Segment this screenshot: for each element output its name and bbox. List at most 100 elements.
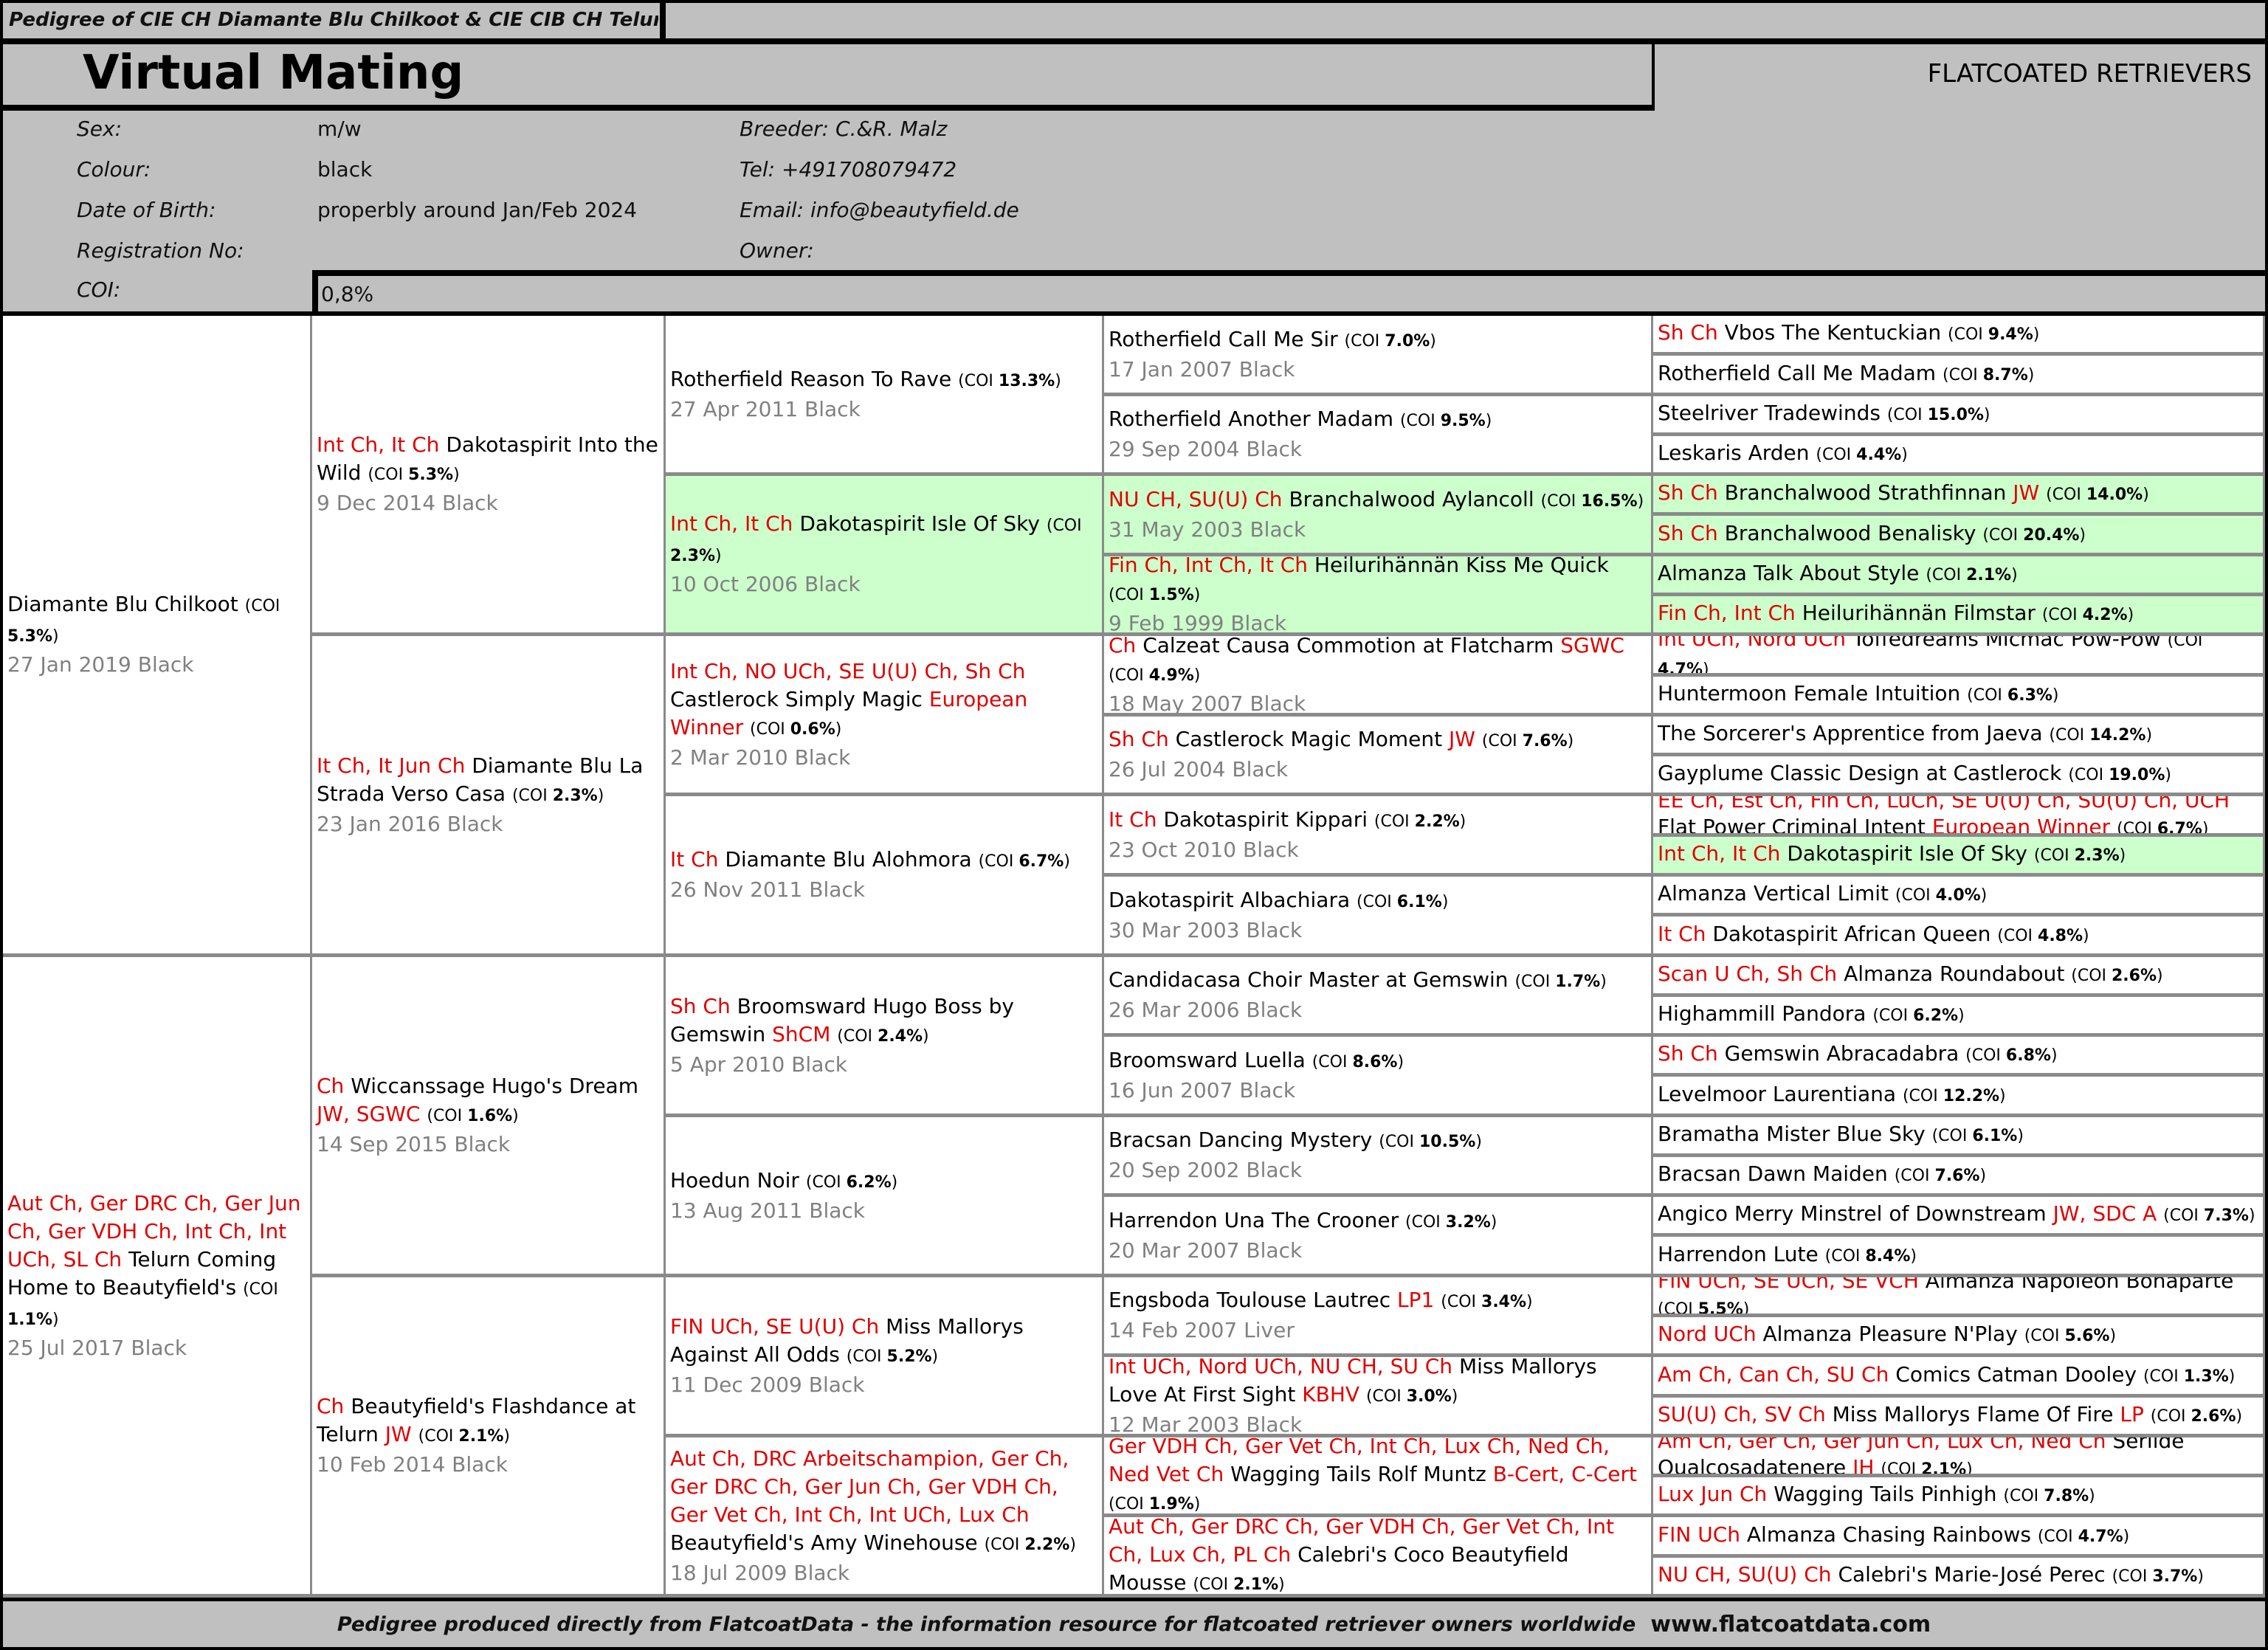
pedigree-cell-gen5[interactable]: Sh Ch Vbos The Kentuckian (COI 9.4%) [1653,316,2265,356]
pedigree-cell-gen5[interactable]: Lux Jun Ch Wagging Tails Pinhigh (COI 7.… [1653,1477,2265,1517]
page-title: Virtual Mating [83,46,464,100]
pedigree-cell-gen4[interactable]: Fin Ch, Int Ch, It Ch Heilurihännän Kiss… [1104,556,1653,636]
dog-entry: Aut Ch, Ger DRC Ch, Ger VDH Ch, Ger Vet … [1109,1517,1647,1594]
pedigree-cell-gen4[interactable]: Broomsward Luella (COI 8.6%) 16 Jun 2007 … [1104,1037,1653,1117]
dog-name: Engsboda Toulouse Lautrec [1109,1288,1391,1312]
dog-coi: (COI 13.3%) [958,371,1061,390]
pedigree-cell-gen5[interactable]: FIN UCh Almanza Chasing Rainbows (COI 4.… [1653,1517,2265,1558]
pedigree-cell-gen5[interactable]: FIN UCh, SE UCh, SE VCH Almanza Napoleon… [1653,1277,2265,1317]
pedigree-cell-gen5[interactable]: The Sorcerer's Apprentice from Jaeva (CO… [1653,717,2265,756]
dog-coi: (COI 10.5%) [1379,1133,1482,1151]
pedigree-cell-gen5[interactable]: Sh Ch Branchalwood Benalisky (COI 20.4%) [1653,516,2265,556]
pedigree-cell-gen4[interactable]: Rotherfield Another Madam (COI 9.5%) 29 S… [1104,396,1653,476]
dog-titles: Sh Ch [1658,520,1718,545]
pedigree-cell-gen3[interactable]: FIN UCh, SE U(U) Ch Miss Mallorys Agains… [666,1277,1104,1437]
dog-name: Wiccanssage Hugo's Dream [351,1074,638,1098]
pedigree-cell-gen4[interactable]: Ch Calzeat Causa Commotion at Flatcharm … [1104,636,1653,717]
pedigree-cell-gen5[interactable]: EE Ch, Est Ch, Fin Ch, LuCh, SE U(U) Ch,… [1653,796,2265,837]
dog-coi: (COI 8.6%) [1311,1052,1404,1071]
coi-value: 2.2% [1024,1535,1070,1554]
dog-coi: (COI 3.7%) [2112,1567,2204,1586]
pedigree-cell-gen4[interactable]: Engsboda Toulouse Lautrec LP1 (COI 3.4%)… [1104,1277,1653,1357]
pedigree-cell-gen3[interactable]: It Ch Diamante Blu Alohmora (COI 6.7%) 26… [666,796,1104,957]
pedigree-cell-gen3[interactable]: Sh Ch Broomsward Hugo Boss by Gemswin Sh… [666,957,1104,1117]
coi-value: 7.8% [2044,1487,2089,1505]
pedigree-cell-gen4[interactable]: Sh Ch Castlerock Magic Moment JW (COI 7.… [1104,717,1653,796]
dog-entry: Rotherfield Call Me Madam (COI 8.7%) [1658,360,2258,389]
pedigree-cell-gen4[interactable]: Candidacasa Choir Master at Gemswin (COI… [1104,957,1653,1037]
footer-url[interactable]: www.flatcoatdata.com [1650,1612,1931,1637]
pedigree-cell-gen3[interactable]: Hoedun Noir (COI 6.2%) 13 Aug 2011 Black [666,1117,1104,1277]
pedigree-cell-gen2[interactable]: It Ch, It Jun Ch Diamante Blu La Strada … [312,636,666,957]
dog-titles: Fin Ch, Int Ch [1658,601,1796,625]
pedigree-cell-gen5[interactable]: Highammill Pandora (COI 6.2%) [1653,997,2265,1037]
coi-value: 2.1% [1233,1575,1279,1594]
pedigree-cell-gen4[interactable]: Bracsan Dancing Mystery (COI 10.5%) 20 Se… [1104,1117,1653,1197]
pedigree-cell-gen5[interactable]: Huntermoon Female Intuition (COI 6.3%) [1653,677,2265,717]
dog-name: Almanza Roundabout [1844,962,2072,986]
pedigree-cell-gen5[interactable]: Harrendon Lute (COI 8.4%) [1653,1237,2265,1277]
pedigree-cell-gen5[interactable]: Nord UCh Almanza Pleasure N'Play (COI 5.… [1653,1317,2265,1357]
pedigree-cell-gen4[interactable]: NU CH, SU(U) Ch Branchalwood Aylancoll (… [1104,476,1653,556]
pedigree-cell-gen5[interactable]: Bracsan Dawn Maiden (COI 7.6%) [1653,1157,2265,1197]
pedigree-cell-gen4[interactable]: Harrendon Una The Crooner (COI 3.2%) 20 M… [1104,1197,1653,1277]
pedigree-cell-gen5[interactable]: Almanza Talk About Style (COI 2.1%) [1653,556,2265,596]
dog-coi: (COI 19.0%) [2068,766,2171,784]
dog-coi: (COI 1.6%) [427,1107,519,1125]
dog-name: Hoedun Noir [670,1167,799,1192]
pedigree-cell-gen4[interactable]: Int UCh, Nord UCh, NU CH, SU Ch Miss Mal… [1104,1357,1653,1437]
dog-coi: (COI 6.1%) [1357,892,1449,911]
pedigree-cell-gen5[interactable]: Steelriver Tradewinds (COI 15.0%) [1653,396,2265,436]
pedigree-cell-gen5[interactable]: Levelmoor Laurentiana (COI 12.2%) [1653,1077,2265,1117]
pedigree-cell-gen5[interactable]: It Ch Dakotaspirit African Queen (COI 4.… [1653,917,2265,957]
dog-awards: JW, SGWC [317,1102,421,1126]
coi-value: 10.5% [1419,1133,1476,1151]
pedigree-cell-gen4[interactable]: Dakotaspirit Albachiara (COI 6.1%) 30 Mar… [1104,877,1653,957]
pedigree-cell-gen4[interactable]: Ger VDH Ch, Ger Vet Ch, Int Ch, Lux Ch, … [1104,1437,1653,1517]
pedigree-cell-gen5[interactable]: Scan U Ch, Sh Ch Almanza Roundabout (COI… [1653,957,2265,997]
pedigree-cell-gen5[interactable]: NU CH, SU(U) Ch Calebri's Marie-José Per… [1653,1558,2265,1598]
pedigree-cell-gen2[interactable]: Ch Wiccanssage Hugo's Dream JW, SGWC (CO… [312,957,666,1277]
dog-titles: Int Ch, It Ch [1658,841,1781,866]
dog-name: Heilurihännän Filmstar [1802,601,2036,625]
pedigree-cell-gen5[interactable]: Leskaris Arden (COI 4.4%) [1653,436,2265,476]
pedigree-cell-gen5[interactable]: Am Ch, Ger Ch, Ger Jun Ch, Lux Ch, Ned C… [1653,1437,2265,1477]
dog-coi: (COI 2.1%) [1881,1460,1973,1477]
pedigree-cell-gen5[interactable]: Rotherfield Call Me Madam (COI 8.7%) [1653,356,2265,396]
dog-entry: Sh Ch Vbos The Kentuckian (COI 9.4%) [1658,320,2258,348]
dog-name: Castlerock Magic Moment [1175,727,1443,751]
dog-entry: It Ch Dakotaspirit African Queen (COI 4.… [1658,921,2258,950]
pedigree-cell-gen3[interactable]: Rotherfield Reason To Rave (COI 13.3%) 27… [666,316,1104,476]
pedigree-cell-gen5[interactable]: Int UCh, Nord UCh Toffedreams Micmac Pow… [1653,636,2265,677]
dog-dob: 20 Mar 2007 Black [1109,1238,1303,1263]
pedigree-cell-gen1[interactable]: Aut Ch, Ger DRC Ch, Ger Jun Ch, Ger VDH … [3,957,312,1598]
pedigree-cell-gen5[interactable]: Sh Ch Branchalwood Strathfinnan JW (COI … [1653,476,2265,516]
dog-dob: 2 Mar 2010 Black [670,745,851,770]
dog-dob: 11 Dec 2009 Black [670,1372,865,1397]
pedigree-cell-gen3[interactable]: Int Ch, It Ch Dakotaspirit Isle Of Sky (… [666,476,1104,636]
pedigree-cell-gen4[interactable]: Aut Ch, Ger DRC Ch, Ger VDH Ch, Ger Vet … [1104,1517,1653,1598]
pedigree-cell-gen5[interactable]: Bramatha Mister Blue Sky (COI 6.1%) [1653,1117,2265,1157]
pedigree-cell-gen2[interactable]: Ch Beautyfield's Flashdance at Telurn JW… [312,1277,666,1598]
pedigree-cell-gen5[interactable]: Almanza Vertical Limit (COI 4.0%) [1653,877,2265,917]
pedigree-cell-gen5[interactable]: Am Ch, Can Ch, SU Ch Comics Catman Doole… [1653,1357,2265,1398]
pedigree-cell-gen3[interactable]: Int Ch, NO UCh, SE U(U) Ch, Sh Ch Castle… [666,636,1104,796]
dog-name: The Sorcerer's Apprentice from Jaeva [1658,721,2043,745]
dog-titles: Ch [317,1074,345,1098]
pedigree-cell-gen4[interactable]: Rotherfield Call Me Sir (COI 7.0%) 17 Jan… [1104,316,1653,396]
pedigree-grid: Diamante Blu Chilkoot (COI 5.3%) 27 Jan 2… [3,311,2265,1598]
dog-coi: (COI 2.2%) [1373,812,1466,831]
pedigree-cell-gen5[interactable]: Angico Merry Minstrel of Downstream JW, … [1653,1197,2265,1237]
pedigree-cell-gen5[interactable]: Fin Ch, Int Ch Heilurihännän Filmstar (C… [1653,596,2265,636]
dog-awards: European Winner [1931,814,2111,837]
pedigree-cell-gen5[interactable]: Int Ch, It Ch Dakotaspirit Isle Of Sky (… [1653,837,2265,877]
pedigree-cell-gen5[interactable]: SU(U) Ch, SV Ch Miss Mallorys Flame Of F… [1653,1398,2265,1437]
pedigree-cell-gen5[interactable]: Sh Ch Gemswin Abracadabra (COI 6.8%) [1653,1037,2265,1077]
pedigree-cell-gen4[interactable]: It Ch Dakotaspirit Kippari (COI 2.2%) 23 … [1104,796,1653,877]
coi-value: 19.0% [2109,766,2165,784]
pedigree-cell-gen3[interactable]: Aut Ch, DRC Arbeitschampion, Ger Ch, Ger… [666,1437,1104,1598]
pedigree-cell-gen1[interactable]: Diamante Blu Chilkoot (COI 5.3%) 27 Jan 2… [3,316,312,957]
dog-name: Leskaris Arden [1658,441,1810,465]
pedigree-cell-gen2[interactable]: Int Ch, It Ch Dakotaspirit Into the Wild… [312,316,666,636]
pedigree-cell-gen5[interactable]: Gayplume Classic Design at Castlerock (C… [1653,756,2265,796]
